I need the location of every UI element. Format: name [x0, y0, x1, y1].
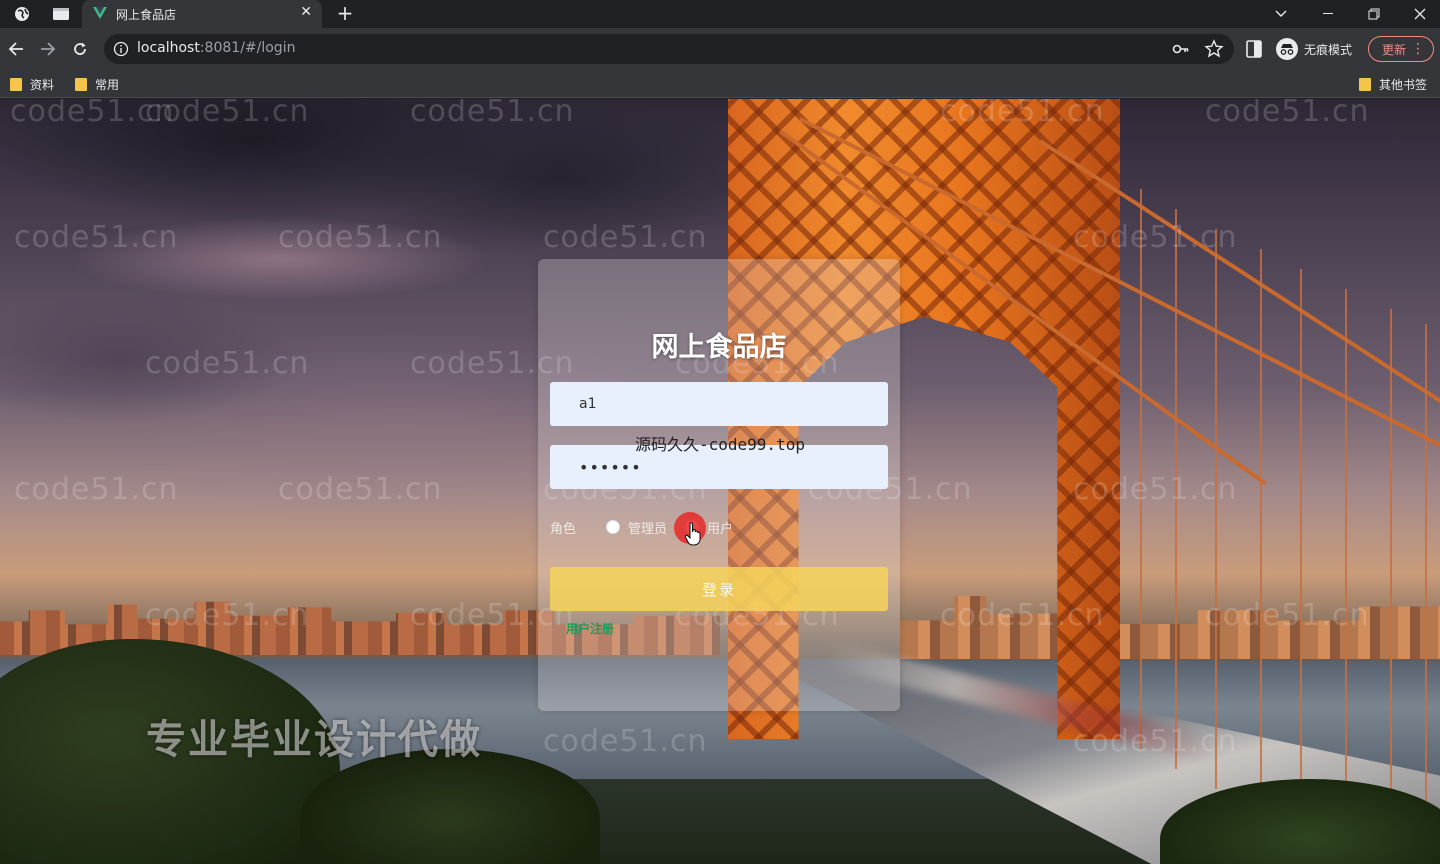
restore-icon[interactable] [1351, 0, 1397, 28]
watermark: code51.cn [278, 220, 443, 255]
watermark: code51.cn [1073, 724, 1238, 759]
role-radio-admin-label[interactable]: 管理员 [628, 518, 667, 537]
tab-search-icon[interactable] [41, 0, 81, 28]
tab-title: 网上食品店 [116, 8, 177, 22]
role-selector: 角色 管理员 用户 [550, 517, 751, 537]
register-link[interactable]: 用户注册 [566, 620, 614, 637]
bookmark-label: 常用 [95, 77, 120, 92]
bookmark-folder-0[interactable]: 资料 [10, 75, 54, 93]
watermark: code51.cn [145, 598, 310, 633]
watermark: code51.cn [410, 99, 575, 129]
watermark: code51.cn [1073, 220, 1238, 255]
watermark: code51.cn [940, 598, 1105, 633]
hand-cursor-icon [684, 522, 701, 546]
watermark: code51.cn [14, 472, 179, 507]
suspender-cable [1425, 324, 1427, 864]
watermark: code51.cn [543, 220, 708, 255]
login-title: 网上食品店 [651, 332, 787, 363]
close-window-icon[interactable] [1397, 0, 1440, 28]
site-info-icon[interactable] [113, 41, 129, 57]
incognito-label: 无痕模式 [1304, 42, 1353, 57]
role-label: 角色 [550, 521, 577, 537]
suspender-cable [1345, 289, 1347, 849]
watermark: code51.cn [278, 472, 443, 507]
role-radio-admin[interactable] [606, 520, 620, 534]
other-bookmarks-label: 其他书签 [1379, 77, 1428, 92]
update-button[interactable]: 更新 ⋮ [1368, 36, 1434, 62]
watermark: code51.cn [1073, 472, 1238, 507]
key-icon[interactable] [1172, 40, 1190, 58]
browser-toolbar: localhost:8081/#/login 无痕模式 更新 ⋮ [0, 28, 1440, 70]
watermark: code51.cn [543, 724, 708, 759]
menu-dots-icon[interactable]: ⋮ [1411, 41, 1425, 57]
watermark: code51.cn [145, 99, 310, 129]
login-page-background: code51.cn code51.cn code51.cn code51.cn … [0, 99, 1440, 864]
promo-watermark: 专业毕业设计代做 [146, 717, 482, 763]
tab-strip: 网上食品店 ✕ + [0, 0, 1440, 28]
tab-list-chevron-icon[interactable] [1258, 0, 1304, 28]
active-tab[interactable]: 网上食品店 ✕ [82, 0, 322, 28]
folder-icon [10, 77, 22, 91]
bookmark-star-icon[interactable] [1204, 39, 1224, 59]
suspender-cable [1140, 189, 1142, 749]
suspender-cable [1260, 249, 1262, 809]
url-host: localhost [137, 40, 200, 56]
watermark: code51.cn [1205, 99, 1370, 129]
folder-icon [1359, 77, 1371, 91]
forward-arrow-icon[interactable] [35, 36, 61, 62]
watermark: code51.cn [940, 99, 1105, 129]
login-form: 网上食品店 源码久久-code99.top 角色 管理员 用户 登录 用户注册 [538, 259, 900, 711]
vue-logo-icon [93, 7, 107, 19]
address-bar[interactable]: localhost:8081/#/login [104, 34, 1234, 64]
watermark: code51.cn [14, 220, 179, 255]
bookmarks-bar: 资料 常用 其他书签 [0, 70, 1440, 98]
bookmark-label: 资料 [30, 77, 55, 92]
suspender-cable [1300, 269, 1302, 829]
globe-icon[interactable] [2, 0, 42, 28]
update-label: 更新 [1382, 42, 1407, 57]
minimize-icon[interactable] [1305, 0, 1351, 28]
suspender-cable [1215, 229, 1217, 789]
role-radio-user-label[interactable]: 用户 [707, 518, 733, 537]
incognito-icon [1276, 38, 1298, 60]
bookmark-folder-1[interactable]: 常用 [75, 75, 119, 93]
new-tab-icon[interactable]: + [334, 1, 356, 25]
reload-icon[interactable] [67, 36, 93, 62]
folder-icon [75, 77, 87, 91]
username-input[interactable] [550, 382, 888, 426]
other-bookmarks[interactable]: 其他书签 [1359, 75, 1427, 93]
overlay-watermark-text: 源码久久-code99.top [635, 435, 805, 454]
back-arrow-icon[interactable] [3, 36, 29, 62]
suspender-cable [1390, 309, 1392, 864]
watermark: code51.cn [145, 346, 310, 381]
side-panel-icon[interactable] [1246, 40, 1262, 58]
watermark: code51.cn [1205, 598, 1370, 633]
close-tab-icon[interactable]: ✕ [300, 4, 312, 20]
incognito-indicator[interactable]: 无痕模式 [1276, 37, 1352, 61]
url-path: :8081/#/login [199, 40, 296, 56]
login-button[interactable]: 登录 [550, 567, 888, 611]
url-text[interactable]: localhost:8081/#/login [137, 40, 295, 56]
